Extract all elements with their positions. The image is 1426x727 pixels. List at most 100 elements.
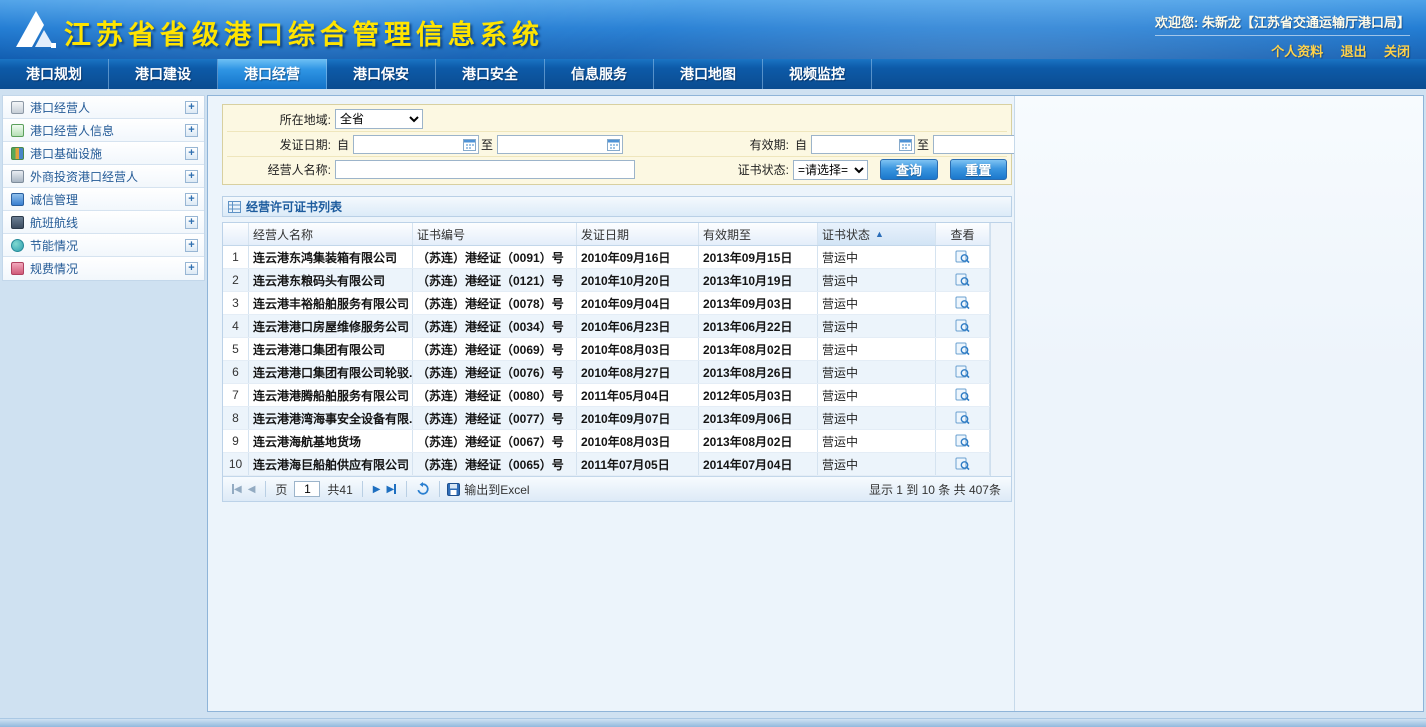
column-view: 查看 (936, 223, 990, 245)
view-icon (955, 457, 970, 471)
validity-from-input[interactable] (815, 137, 899, 152)
sidebar-item[interactable]: 外商投资港口经营人 + (3, 165, 204, 188)
sidebar-item[interactable]: 港口经营人信息 + (3, 119, 204, 142)
issue-date-to-input[interactable] (501, 137, 607, 152)
nav-tab-label: 港口经营 (244, 66, 300, 82)
view-icon (955, 273, 970, 287)
operator-name-input[interactable] (335, 160, 635, 179)
cert-no-cell: （苏连）港经证（0065）号 (413, 453, 577, 475)
nav-tab[interactable]: 港口安全 (436, 59, 545, 89)
operator-name-cell: 连云港港腾船舶服务有限公司 (249, 384, 413, 406)
sidebar-item[interactable]: 航班航线 + (3, 211, 204, 234)
sidebar-item[interactable]: 节能情况 + (3, 234, 204, 257)
expand-plus-icon[interactable]: + (185, 193, 198, 206)
table-row: 5 连云港港口集团有限公司 （苏连）港经证（0069）号 2010年08月03日… (223, 338, 1011, 361)
row-number-cell: 6 (223, 361, 249, 383)
table-row: 4 连云港港口房屋维修服务公司 （苏连）港经证（0034）号 2010年06月2… (223, 315, 1011, 338)
route-icon (11, 216, 24, 229)
calendar-icon[interactable] (607, 138, 620, 151)
save-disk-icon (447, 483, 460, 496)
view-cell[interactable] (936, 430, 990, 452)
region-select[interactable]: 全省 (335, 109, 423, 129)
cert-no-cell: （苏连）港经证（0078）号 (413, 292, 577, 314)
nav-tab[interactable]: 视频监控 (763, 59, 872, 89)
calendar-icon[interactable] (463, 138, 476, 151)
issue-from-label: 自 (337, 136, 349, 153)
export-excel-button[interactable]: 输出到Excel (447, 481, 529, 498)
view-cell[interactable] (936, 453, 990, 475)
cert-status-cell: 营运中 (818, 430, 936, 452)
sidebar-item[interactable]: 诚信管理 + (3, 188, 204, 211)
cert-no-cell: （苏连）港经证（0034）号 (413, 315, 577, 337)
column-operator-name[interactable]: 经营人名称 (249, 223, 413, 245)
view-cell[interactable] (936, 407, 990, 429)
nav-tab[interactable]: 港口经营 (218, 59, 327, 89)
nav-tab-label: 信息服务 (571, 66, 627, 82)
app-header: 江苏省省级港口综合管理信息系统 欢迎您: 朱新龙【江苏省交通运输厅港口局】 个人… (0, 0, 1426, 59)
app-logo (10, 7, 58, 56)
next-page-icon[interactable]: ▶ (373, 484, 381, 495)
column-cert-no[interactable]: 证书编号 (413, 223, 577, 245)
nav-tab[interactable]: 港口规划 (0, 59, 109, 89)
row-number-cell: 9 (223, 430, 249, 452)
view-cell[interactable] (936, 384, 990, 406)
sidebar-item-label: 外商投资港口经营人 (30, 168, 185, 185)
list-title: 经营许可证书列表 (246, 198, 342, 215)
column-valid-until[interactable]: 有效期至 (699, 223, 818, 245)
prev-page-icon[interactable]: ◀ (248, 484, 256, 495)
view-cell[interactable] (936, 269, 990, 291)
column-cert-status[interactable]: 证书状态 ▲ (818, 223, 936, 245)
row-number-cell: 7 (223, 384, 249, 406)
expand-plus-icon[interactable]: + (185, 101, 198, 114)
operator-name-cell: 连云港港口集团有限公司 (249, 338, 413, 360)
profile-link[interactable]: 个人资料 (1271, 44, 1323, 59)
calendar-icon[interactable] (899, 138, 912, 151)
issue-date-from-input[interactable] (357, 137, 463, 152)
nav-tab[interactable]: 港口地图 (654, 59, 763, 89)
first-page-icon[interactable]: ◀ (232, 484, 242, 495)
view-cell[interactable] (936, 361, 990, 383)
view-icon (955, 250, 970, 264)
nav-tab[interactable]: 信息服务 (545, 59, 654, 89)
close-link[interactable]: 关闭 (1384, 44, 1410, 59)
nav-tab[interactable]: 港口建设 (109, 59, 218, 89)
last-page-icon[interactable]: ▶ (386, 484, 396, 495)
filter-form: 所在地域: 全省 发证日期: 自 (222, 104, 1012, 185)
sidebar-item-label: 诚信管理 (30, 191, 185, 208)
table-row: 1 连云港东鸿集装箱有限公司 （苏连）港经证（0091）号 2010年09月16… (223, 246, 1011, 269)
row-number-cell: 10 (223, 453, 249, 475)
cert-no-cell: （苏连）港经证（0121）号 (413, 269, 577, 291)
expand-plus-icon[interactable]: + (185, 216, 198, 229)
nav-tab[interactable]: 港口保安 (327, 59, 436, 89)
expand-plus-icon[interactable]: + (185, 147, 198, 160)
expand-plus-icon[interactable]: + (185, 124, 198, 137)
view-cell[interactable] (936, 338, 990, 360)
sidebar-item[interactable]: 港口经营人 + (3, 96, 204, 119)
operator-name-cell: 连云港东粮码头有限公司 (249, 269, 413, 291)
cert-status-cell: 营运中 (818, 292, 936, 314)
expand-plus-icon[interactable]: + (185, 262, 198, 275)
validity-to-input[interactable] (937, 137, 1021, 152)
view-cell[interactable] (936, 246, 990, 268)
cert-status-select[interactable]: =请选择= (793, 160, 868, 180)
reset-button[interactable]: 重置 (950, 159, 1007, 180)
column-issue-date[interactable]: 发证日期 (577, 223, 699, 245)
sidebar-item[interactable]: 规费情况 + (3, 257, 204, 280)
view-cell[interactable] (936, 315, 990, 337)
total-pages-label: 共41 (327, 481, 352, 498)
vertical-scrollbar[interactable] (990, 223, 1011, 476)
issue-date-cell: 2011年07月05日 (577, 453, 699, 475)
view-cell[interactable] (936, 292, 990, 314)
expand-plus-icon[interactable]: + (185, 170, 198, 183)
issue-date-cell: 2010年08月27日 (577, 361, 699, 383)
table-row: 2 连云港东粮码头有限公司 （苏连）港经证（0121）号 2010年10月20日… (223, 269, 1011, 292)
valid-until-cell: 2013年09月03日 (699, 292, 818, 314)
logout-link[interactable]: 退出 (1341, 44, 1367, 59)
refresh-icon[interactable] (416, 482, 430, 496)
expand-plus-icon[interactable]: + (185, 239, 198, 252)
page-number-input[interactable] (294, 481, 320, 497)
search-button[interactable]: 查询 (880, 159, 937, 180)
sidebar-item[interactable]: 港口基础设施 + (3, 142, 204, 165)
operator-name-cell: 连云港港口集团有限公司轮驳... (249, 361, 413, 383)
row-number-cell: 8 (223, 407, 249, 429)
